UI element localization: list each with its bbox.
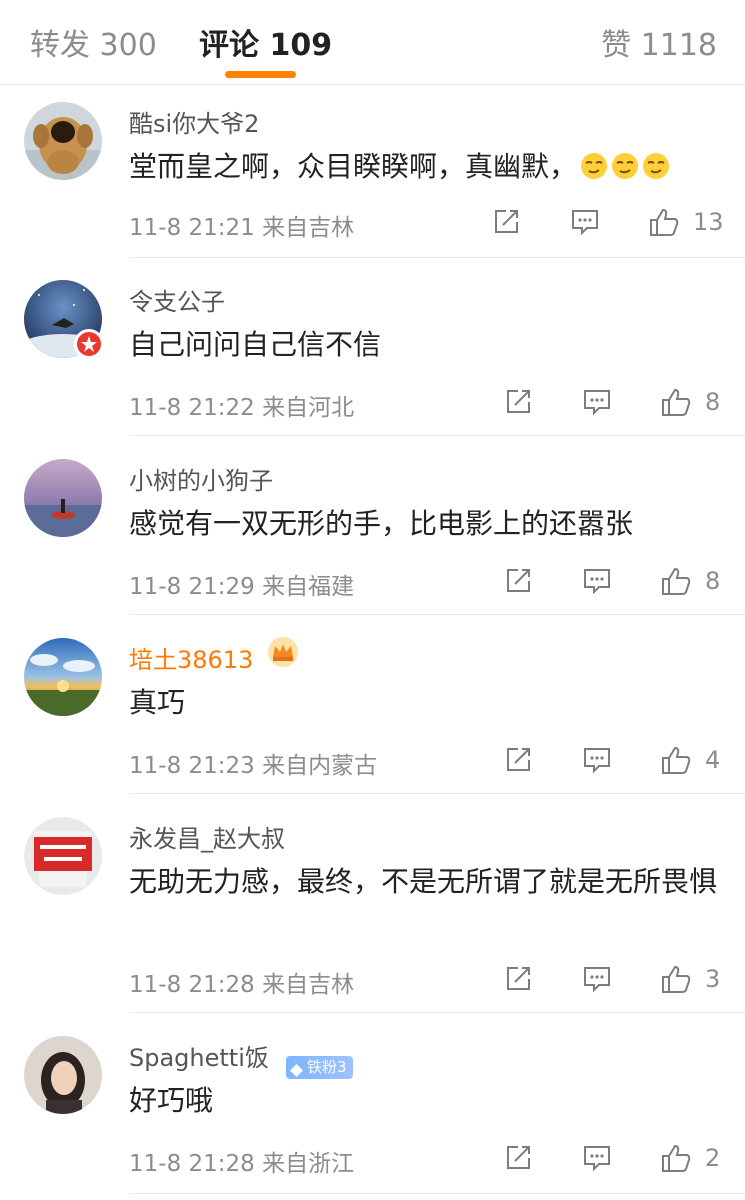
like-icon[interactable] [660,963,692,995]
tab-repost[interactable]: 转发 300 [30,20,157,64]
comment-time-location: 11-8 21:29 来自福建 [129,574,355,600]
avatar[interactable] [24,1036,102,1114]
comment-actions: 4 [502,744,732,784]
smirk-emoji-icon [611,148,639,179]
comment-text: 真巧 [129,686,186,719]
avatar[interactable] [24,459,102,537]
comment-time-location: 11-8 21:23 来自内蒙古 [129,753,378,779]
comment-text: 自己问问自己信不信 [129,328,382,361]
comment-divider [129,614,745,615]
comment-username[interactable]: 永发昌_赵大叔 [129,819,285,854]
comment-item: 永发昌_赵大叔 无助无力感，最终，不是无所谓了就是无所畏惧 11-8 21:28… [0,799,745,1013]
tab-comments[interactable]: 评论 109 [199,20,332,64]
comment-actions: 8 [502,565,732,605]
comment-time-location: 11-8 21:28 来自吉林 [129,972,355,998]
active-tab-indicator [225,71,296,78]
verified-badge-icon [74,329,104,359]
smirk-emoji-icon [580,148,608,179]
comment-icon[interactable] [581,386,613,418]
comment-item: 令支公子 自己问问自己信不信 11-8 21:22 来自河北 8 [0,262,745,436]
comment-divider [129,257,745,258]
like-icon[interactable] [660,565,692,597]
comment-username[interactable]: 小树的小狗子 [129,461,273,496]
comment-time-location: 11-8 21:22 来自河北 [129,395,355,421]
like-icon[interactable] [660,1142,692,1174]
like-count: 4 [705,746,721,774]
smirk-emoji-icon [642,148,670,179]
comment-actions: 8 [502,386,732,426]
comment-icon[interactable] [569,206,601,238]
comment-divider [129,435,745,436]
comment-icon[interactable] [581,1142,613,1174]
diamond-icon [290,1061,303,1077]
comment-username[interactable]: 培土38613 [129,640,253,675]
comment-username[interactable]: 令支公子 [129,282,225,317]
like-count: 3 [705,965,721,993]
repost-icon[interactable] [502,963,534,995]
avatar[interactable] [24,102,102,180]
like-icon[interactable] [660,744,692,776]
repost-icon[interactable] [502,565,534,597]
comment-divider [129,1193,745,1194]
comment-actions: 2 [502,1142,732,1182]
like-icon[interactable] [660,386,692,418]
comment-icon[interactable] [581,744,613,776]
like-count: 2 [705,1144,721,1172]
comment-actions: 3 [502,963,732,1003]
like-count: 8 [705,567,721,595]
comment-text: 感觉有一双无形的手，比电影上的还嚣张 [129,507,634,540]
tab-likes[interactable]: 赞 1118 [601,20,717,64]
comment-icon[interactable] [581,963,613,995]
comment-item: 培土38613 真巧 11-8 21:23 来自内蒙古 4 [0,620,745,794]
repost-icon[interactable] [502,386,534,418]
comment-actions: 13 [490,206,730,246]
comment-divider [129,1012,745,1013]
like-count: 13 [693,208,724,236]
comment-item: 小树的小狗子 感觉有一双无形的手，比电影上的还嚣张 11-8 21:29 来自福… [0,441,745,615]
comment-icon[interactable] [581,565,613,597]
crown-icon [267,636,299,668]
comment-text: 无助无力感，最终，不是无所谓了就是无所畏惧 [129,865,718,898]
comment-text: 好巧哦 [129,1084,214,1117]
comment-username[interactable]: Spaghetti饭 [129,1038,269,1073]
avatar[interactable] [24,638,102,716]
comment-item: Spaghetti饭 好巧哦 11-8 21:28 来自浙江 2 [0,1018,745,1200]
comment-time-location: 11-8 21:28 来自浙江 [129,1151,355,1177]
fan-level-badge: 铁粉3 [286,1056,353,1079]
repost-icon[interactable] [490,206,522,238]
avatar[interactable] [24,817,102,895]
like-count: 8 [705,388,721,416]
comment-item: 酷si你大爷2 堂而皇之啊，众目睽睽啊，真幽默， 11-8 21:21 来自吉林… [0,84,745,258]
repost-icon[interactable] [502,744,534,776]
comment-username[interactable]: 酷si你大爷2 [129,104,259,139]
comment-text: 堂而皇之啊，众目睽睽啊，真幽默， [129,144,719,190]
comment-time-location: 11-8 21:21 来自吉林 [129,215,355,241]
like-icon[interactable] [648,206,680,238]
repost-icon[interactable] [502,1142,534,1174]
comment-divider [129,793,745,794]
comment-tabs-bar: 转发 300 评论 109 赞 1118 [0,0,745,85]
